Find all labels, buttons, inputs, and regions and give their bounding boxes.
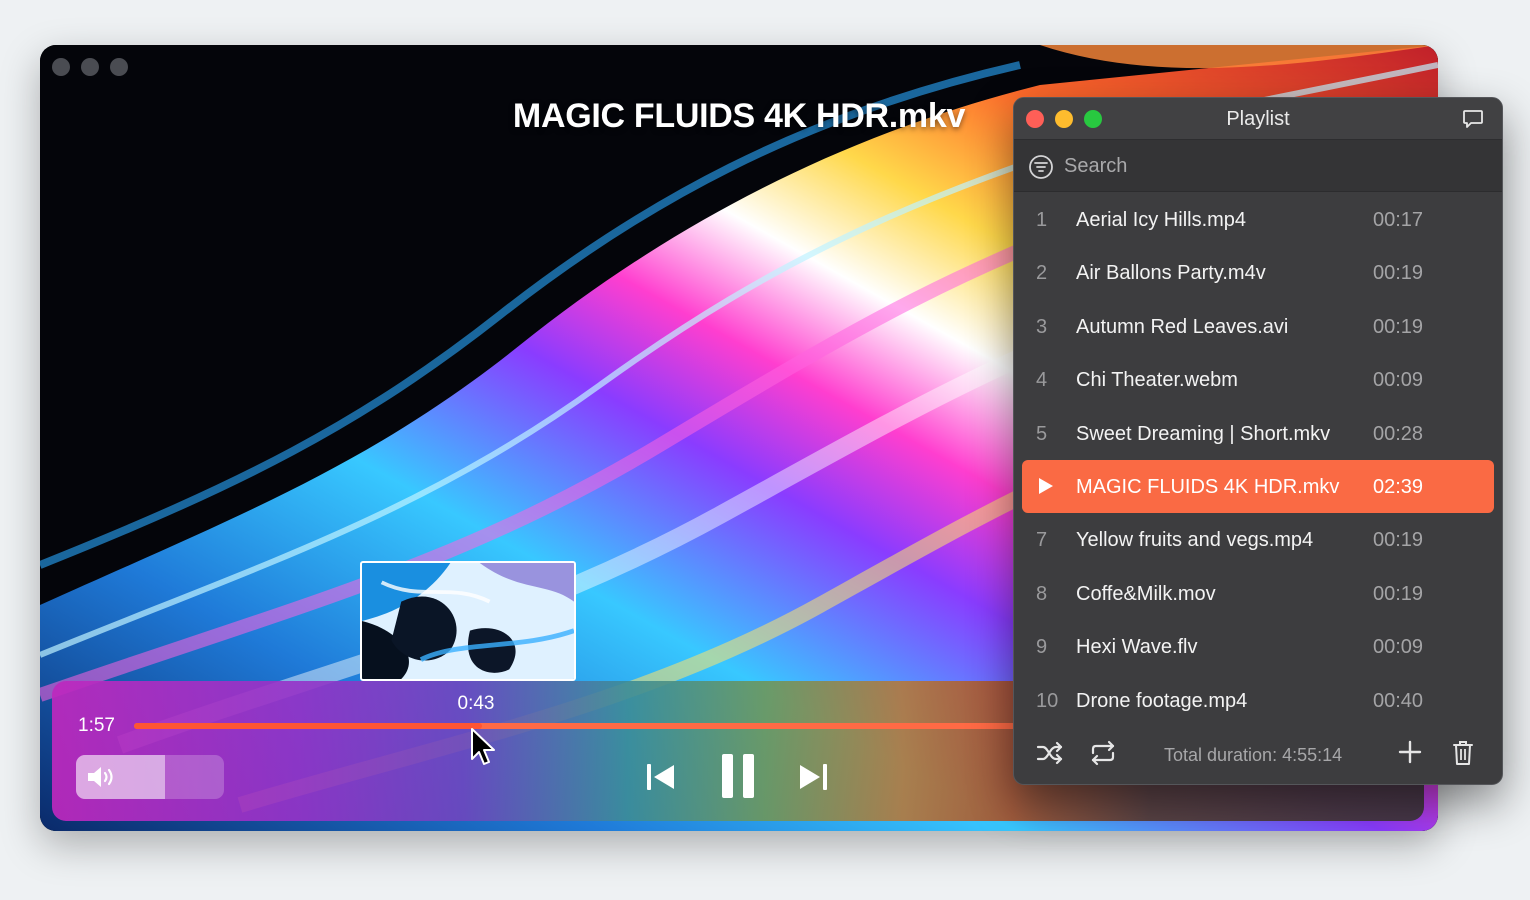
track-duration: 00:09 xyxy=(1373,369,1424,392)
playlist-items: 1 Aerial Icy Hills.mp4 00:17 2 Air Ballons P… xyxy=(1014,193,1502,727)
trash-icon xyxy=(1453,741,1473,765)
track-name: Chi Theater.webm xyxy=(1076,369,1238,392)
speech-bubble-button[interactable] xyxy=(1462,108,1484,135)
track-number: 3 xyxy=(1036,315,1048,338)
skip-next-icon xyxy=(800,764,827,790)
track-number: 4 xyxy=(1036,369,1048,392)
track-duration: 00:19 xyxy=(1373,582,1424,605)
playlist-row[interactable]: 10 Drone footage.mp4 00:40 xyxy=(1022,674,1494,727)
track-number: 2 xyxy=(1036,262,1048,285)
playlist-search-bar xyxy=(1014,140,1502,192)
speaker-volume-icon xyxy=(88,767,113,787)
pause-button[interactable] xyxy=(720,753,756,799)
volume-slider[interactable] xyxy=(76,755,224,799)
playlist-window: Playlist 1 Aerial Icy Hills.mp4 00:17 2 Air … xyxy=(1013,97,1503,785)
total-duration: Total duration: 4:55:14 xyxy=(1164,745,1343,765)
playlist-row[interactable]: 4 Chi Theater.webm 00:09 xyxy=(1022,353,1494,406)
previous-button[interactable] xyxy=(646,763,676,791)
track-name: Hexi Wave.flv xyxy=(1076,636,1198,659)
track-name: Yellow fruits and vegs.mp4 xyxy=(1076,529,1314,552)
track-number: 9 xyxy=(1036,636,1048,659)
track-number: 10 xyxy=(1036,689,1059,712)
window-controls-inactive[interactable] xyxy=(52,58,128,76)
add-button[interactable] xyxy=(1398,740,1422,769)
shuffle-icon xyxy=(1036,741,1063,765)
playlist-title: Playlist xyxy=(1226,108,1290,130)
now-playing-icon xyxy=(1039,477,1053,494)
skip-previous-icon xyxy=(647,764,674,790)
track-name: Autumn Red Leaves.avi xyxy=(1076,315,1289,338)
track-duration: 02:39 xyxy=(1373,475,1424,498)
track-duration: 00:17 xyxy=(1373,209,1424,231)
elapsed-time: 1:57 xyxy=(78,715,115,736)
delete-button[interactable] xyxy=(1452,740,1474,771)
seek-hover-time: 0:43 xyxy=(457,693,495,714)
playlist-row[interactable]: 8 Coffe&Milk.mov 00:19 xyxy=(1022,567,1494,620)
filter-icon[interactable] xyxy=(1028,154,1054,180)
playlist-row[interactable]: 5 Sweet Dreaming | Short.mkv 00:28 xyxy=(1022,407,1494,460)
track-duration: 00:19 xyxy=(1373,315,1424,338)
playlist-footer: Total duration: 4:55:14 xyxy=(1014,724,1502,784)
repeat-icon xyxy=(1091,740,1115,766)
track-name: Sweet Dreaming | Short.mkv xyxy=(1076,422,1331,445)
playlist-titlebar: Playlist xyxy=(1014,98,1502,140)
seek-thumbnail-preview xyxy=(360,561,576,681)
playlist-row[interactable]: 9 Hexi Wave.flv 00:09 xyxy=(1022,620,1494,673)
track-name: MAGIC FLUIDS 4K HDR.mkv xyxy=(1076,475,1340,498)
playlist-row-now-playing[interactable]: MAGIC FLUIDS 4K HDR.mkv 02:39 xyxy=(1022,459,1494,514)
track-number: 8 xyxy=(1036,582,1048,605)
track-number: 5 xyxy=(1036,422,1048,445)
track-name: Coffe&Milk.mov xyxy=(1076,582,1216,605)
track-duration: 00:40 xyxy=(1373,689,1424,712)
playlist-row[interactable]: 2 Air Ballons Party.m4v 00:19 xyxy=(1022,246,1494,299)
playlist-row[interactable]: 3 Autumn Red Leaves.avi 00:19 xyxy=(1022,300,1494,353)
track-number: 1 xyxy=(1036,209,1048,231)
minimize-button[interactable] xyxy=(81,58,99,76)
shuffle-button[interactable] xyxy=(1036,740,1064,771)
track-duration: 00:09 xyxy=(1373,636,1424,659)
speech-bubble-icon xyxy=(1463,110,1483,128)
search-input[interactable] xyxy=(1064,152,1464,180)
zoom-button[interactable] xyxy=(110,58,128,76)
repeat-button[interactable] xyxy=(1089,740,1117,771)
track-duration: 00:19 xyxy=(1373,262,1424,285)
track-name: Drone footage.mp4 xyxy=(1076,689,1248,712)
next-button[interactable] xyxy=(798,763,828,791)
close-button[interactable] xyxy=(52,58,70,76)
add-icon xyxy=(1398,740,1422,764)
track-duration: 00:28 xyxy=(1373,422,1424,445)
playlist-row[interactable]: 1 Aerial Icy Hills.mp4 00:17 xyxy=(1022,193,1494,246)
track-duration: 00:19 xyxy=(1373,529,1424,552)
seek-bar-progress xyxy=(134,723,483,729)
mouse-pointer-icon xyxy=(471,728,495,765)
track-number: 7 xyxy=(1036,529,1048,552)
playlist-row[interactable]: 7 Yellow fruits and vegs.mp4 00:19 xyxy=(1022,513,1494,566)
track-name: Air Ballons Party.m4v xyxy=(1076,262,1266,285)
track-name: Aerial Icy Hills.mp4 xyxy=(1076,209,1247,231)
pause-icon xyxy=(722,754,754,798)
